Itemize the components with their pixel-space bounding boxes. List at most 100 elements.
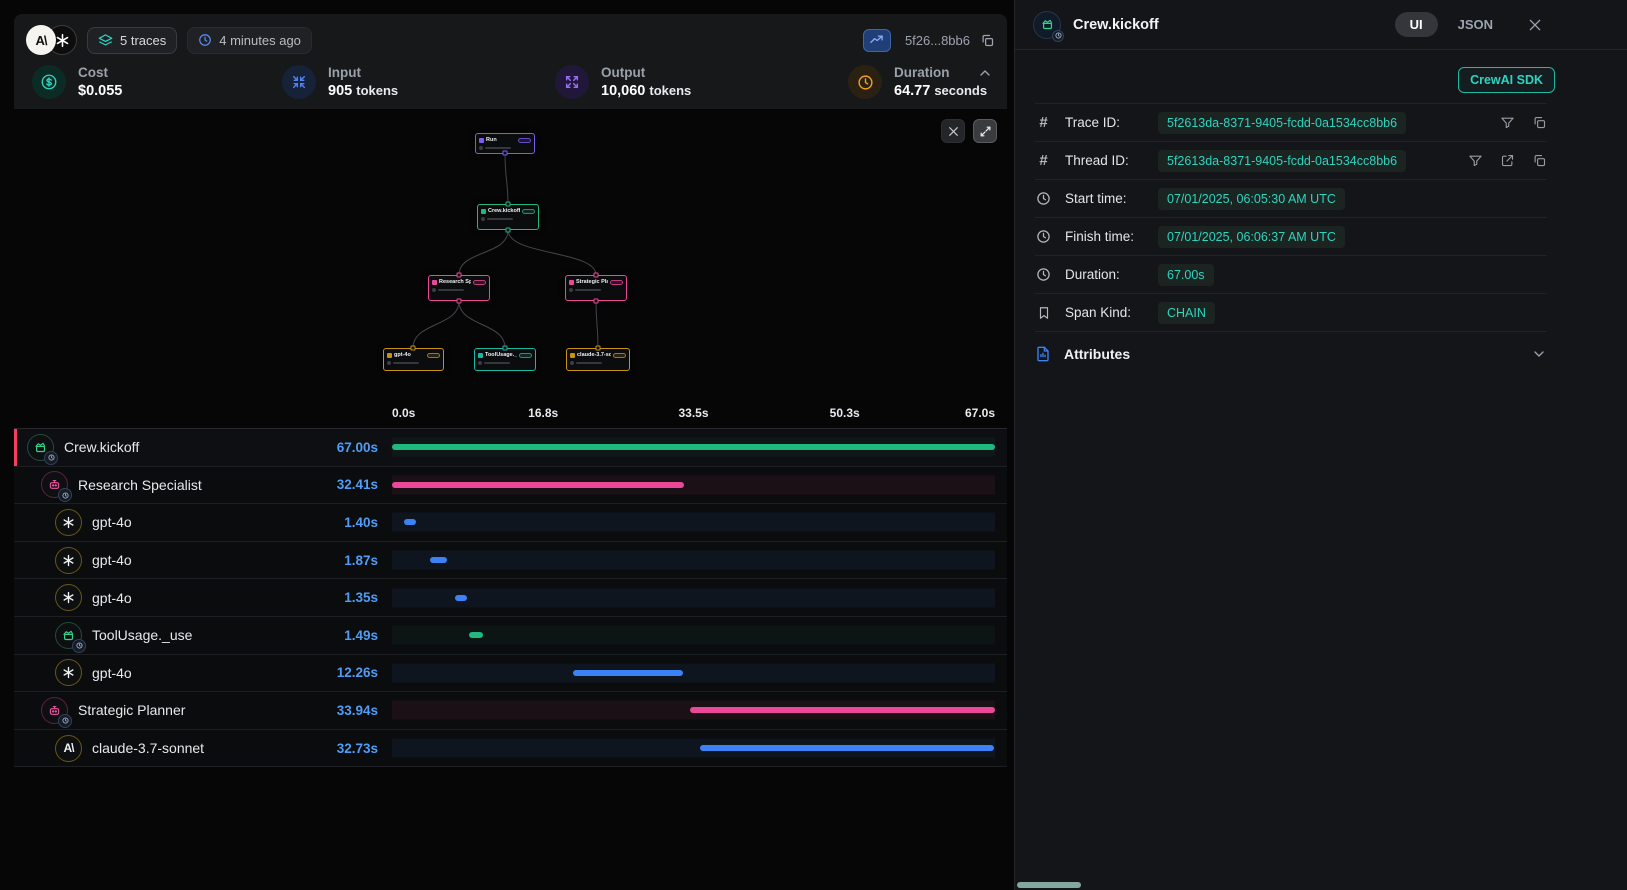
arrows-in-icon	[282, 65, 316, 99]
span-bar	[392, 444, 995, 450]
metrics-button[interactable]	[863, 29, 891, 52]
span-row-research-specialist[interactable]: Research Specialist32.41s	[14, 467, 1007, 505]
trace-graph[interactable]: RunCrew.kickoffResearch Speciali...Strat…	[14, 109, 1007, 391]
span-name: gpt-4o	[92, 514, 132, 530]
span-detail-sidebar: Crew.kickoff UI JSON CrewAI SDK #Trace I…	[1014, 0, 1627, 890]
attributes-section[interactable]: Attributes	[1035, 332, 1547, 376]
tab-json[interactable]: JSON	[1458, 17, 1493, 32]
span-duration: 1.35s	[344, 590, 392, 605]
span-row-gpt-4o[interactable]: gpt-4o1.40s	[14, 504, 1007, 542]
node-label: Strategic Planner	[576, 279, 608, 285]
clock-icon	[1035, 191, 1052, 206]
span-row-strategic-planner[interactable]: Strategic Planner33.94s	[14, 692, 1007, 730]
span-row-gpt-4o[interactable]: gpt-4o1.35s	[14, 579, 1007, 617]
span-name: Research Specialist	[78, 477, 202, 493]
field-value[interactable]: 67.00s	[1158, 264, 1214, 286]
node-label: Research Speciali...	[439, 279, 471, 285]
chevron-down-icon[interactable]	[1531, 346, 1547, 362]
traces-badge-label: 5 traces	[120, 33, 166, 48]
node-type-icon	[569, 280, 574, 285]
edge-connector	[596, 346, 601, 351]
node-subtext	[478, 361, 532, 365]
span-row-gpt-4o[interactable]: gpt-4o1.87s	[14, 542, 1007, 580]
graph-expand-button[interactable]	[973, 119, 997, 143]
span-fields: #Trace ID:5f2613da-8371-9405-fcdd-0a1534…	[1035, 103, 1547, 332]
span-row-toolusage-use[interactable]: ToolUsage._use1.49s	[14, 617, 1007, 655]
graph-node-toolusage-use[interactable]: ToolUsage._use	[474, 348, 536, 371]
node-subtext	[479, 146, 531, 150]
copy-icon[interactable]	[1532, 115, 1547, 130]
graph-node-crew-kickoff[interactable]: Crew.kickoff	[477, 204, 539, 230]
span-bar	[430, 557, 447, 563]
openai-icon	[55, 547, 82, 574]
node-badge	[519, 353, 532, 358]
graph-node-claude-3-7-sonnet[interactable]: claude-3.7-sonnet	[566, 348, 630, 371]
node-badge	[518, 138, 531, 143]
span-row-crew-kickoff[interactable]: Crew.kickoff67.00s	[14, 429, 1007, 467]
node-label: ToolUsage._use	[485, 352, 517, 358]
tab-ui[interactable]: UI	[1395, 12, 1438, 37]
node-subtext	[569, 288, 623, 292]
edge-connector	[457, 299, 462, 304]
bookmark-icon	[1035, 306, 1052, 320]
field-label: Finish time:	[1065, 229, 1158, 244]
openai-icon	[55, 584, 82, 611]
graph-node-research-speciali-[interactable]: Research Speciali...	[428, 275, 490, 301]
copy-trace-id-button[interactable]	[980, 33, 995, 48]
field-label: Duration:	[1065, 267, 1158, 282]
node-type-icon	[570, 353, 575, 358]
horizontal-scrollbar-thumb[interactable]	[1017, 882, 1081, 888]
node-subtext	[570, 361, 626, 365]
span-duration: 12.26s	[337, 665, 392, 680]
graph-close-button[interactable]	[941, 119, 965, 143]
field-value[interactable]: 5f2613da-8371-9405-fcdd-0a1534cc8bb6	[1158, 150, 1406, 172]
trace-id-short: 5f26...8bb6	[905, 33, 970, 48]
field-value[interactable]: 07/01/2025, 06:06:37 AM UTC	[1158, 226, 1345, 248]
axis-tick: 0.0s	[392, 406, 415, 420]
stat-duration: Duration 64.77 seconds	[848, 65, 989, 99]
field-label: Span Kind:	[1065, 305, 1158, 320]
sidebar-close-button[interactable]	[1527, 17, 1543, 33]
node-badge	[610, 280, 623, 285]
crew-span-icon	[1033, 11, 1061, 39]
span-duration: 1.49s	[344, 628, 392, 643]
span-row-claude-3-7-sonnet[interactable]: A\claude-3.7-sonnet32.73s	[14, 730, 1007, 768]
span-timeline	[392, 730, 995, 767]
graph-node-gpt-4o[interactable]: gpt-4o	[383, 348, 444, 371]
span-row-gpt-4o[interactable]: gpt-4o12.26s	[14, 655, 1007, 693]
span-track	[392, 588, 995, 607]
stat-duration-label: Duration	[894, 65, 987, 80]
provider-avatars: A\	[26, 25, 77, 55]
attributes-label: Attributes	[1064, 346, 1130, 362]
field-row-duration: Duration:67.00s	[1035, 256, 1547, 294]
field-value[interactable]: 5f2613da-8371-9405-fcdd-0a1534cc8bb6	[1158, 112, 1406, 134]
edge-connector	[457, 273, 462, 278]
tool-icon	[55, 622, 82, 649]
field-value[interactable]: 07/01/2025, 06:05:30 AM UTC	[1158, 188, 1345, 210]
agent-icon	[41, 471, 68, 498]
copy-icon[interactable]	[1532, 153, 1547, 168]
graph-node-strategic-planner[interactable]: Strategic Planner	[565, 275, 627, 301]
external-link-icon[interactable]	[1500, 153, 1515, 168]
field-row-span-kind: Span Kind:CHAIN	[1035, 294, 1547, 332]
span-track	[392, 663, 995, 682]
sdk-badge: CrewAI SDK	[1458, 67, 1555, 93]
traces-badge[interactable]: 5 traces	[87, 27, 177, 54]
filter-icon[interactable]	[1468, 153, 1483, 168]
span-timeline	[392, 429, 995, 466]
collapse-stats-button[interactable]	[977, 65, 993, 81]
sidebar-tabs: UI JSON	[1395, 12, 1493, 37]
stat-input-value: 905 tokens	[328, 83, 398, 99]
sidebar-title: Crew.kickoff	[1073, 17, 1159, 33]
span-timeline	[392, 692, 995, 729]
field-value[interactable]: CHAIN	[1158, 302, 1215, 324]
span-timeline	[392, 504, 995, 541]
field-row-finish-time: Finish time:07/01/2025, 06:06:37 AM UTC	[1035, 218, 1547, 256]
time-axis: 0.0s16.8s33.5s50.3s67.0s	[14, 404, 1007, 428]
agentops-mini-badge-icon	[44, 451, 58, 465]
span-name: Crew.kickoff	[64, 439, 139, 455]
span-bar	[690, 707, 995, 713]
span-timeline	[392, 655, 995, 692]
hash-icon: #	[1035, 114, 1052, 131]
filter-icon[interactable]	[1500, 115, 1515, 130]
